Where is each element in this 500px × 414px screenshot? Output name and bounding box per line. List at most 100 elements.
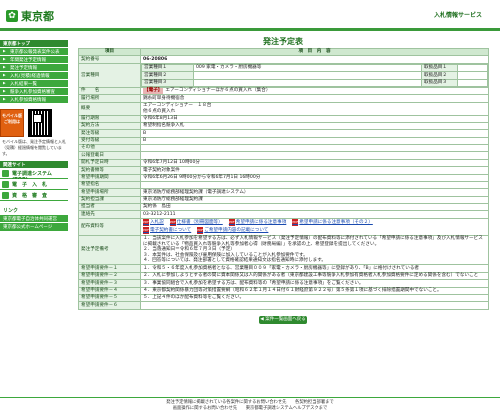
other <box>140 144 489 153</box>
person-in-charge: 契約係 島田 <box>140 203 489 212</box>
row-label: 公報登載日 <box>78 151 141 160</box>
row-label: 契約方法 <box>78 121 141 131</box>
link-e-procurement[interactable]: 電子調達システム(TOP) <box>0 167 68 183</box>
row-label: 受付等級 <box>78 136 141 146</box>
sidebar-item-qualification[interactable]: 競争入札参加資格審査 <box>0 87 68 95</box>
table-row: 希望申請場所 東京消防庁総務部経理契約課（電子調達システム） <box>78 188 489 197</box>
e-procurement-icon <box>2 169 9 177</box>
qr-code-icon <box>28 108 52 137</box>
contract-documents: 電子契約対象案件 <box>140 166 489 175</box>
sub-value <box>457 63 488 73</box>
row-label: 希望申請要件－３ <box>78 279 141 288</box>
row-label: 件 名 <box>78 86 141 96</box>
table-row: 発注予定備考 １．当該案件に入札参加を希望する方は、必ず入札情報サービス（発注予… <box>78 234 489 266</box>
subject-text: エアーコンディショナーほか６点の買入れ（集合） <box>165 88 271 94</box>
file-name: ご希望申請内容の記載について <box>204 227 269 233</box>
sidebar-item-order-plan[interactable]: 発注予定情報 <box>0 63 68 71</box>
link-tokyo-official[interactable]: 東京都公式ホームページ <box>0 223 68 231</box>
row-label: 連絡先 <box>78 210 141 219</box>
file-link[interactable]: PDF 電子契約書について <box>143 227 191 235</box>
row-label: 担当者 <box>78 203 141 212</box>
table-row: 契約番号 06-20806 <box>78 55 489 64</box>
file-link[interactable]: PDF 入札説 <box>143 219 164 227</box>
business-category-table: 営業種目１ 009 家電・カメラ・厨房機器等 取扱品目１ 営業種目２ 取扱品目２ 営業… <box>141 63 488 87</box>
table-row: 営業種目 営業種目１ 009 家電・カメラ・厨房機器等 取扱品目１ 営業種目２ 取扱品… <box>78 62 489 88</box>
order-plan-table: 項目 項 目 内 容 契約番号 06-20806 営業種目 営業種目１ 009 家… <box>78 47 489 310</box>
table-row: 希望申請要件－５ ５．上記４件のほか配布資料等をご覧ください。 <box>78 293 489 303</box>
row-label: 契約書類等 <box>78 166 141 175</box>
order-grade: B <box>140 129 489 138</box>
sub-label: 取扱品目２ <box>421 71 458 80</box>
sub-value <box>193 71 422 80</box>
row-label: 発注等級 <box>78 129 141 138</box>
sub-label: 営業種目３ <box>141 78 194 87</box>
link-e-government[interactable]: 東京都電子自治体共同運営 <box>0 214 68 223</box>
table-row: 公報登載日 <box>78 151 489 160</box>
pdf-icon: PDF <box>228 219 235 227</box>
column-header-item: 項目 <box>78 47 141 57</box>
table-row: 契約書類等 電子契約対象案件 <box>78 166 489 175</box>
file-link[interactable]: PDF 希望申請に係る注意事項（その２） <box>292 219 373 227</box>
file-name: 入札説 <box>150 219 164 225</box>
application-place: 東京消防庁総務部経理契約課（電子調達システム） <box>140 188 489 197</box>
link-e-bidding[interactable]: 電 子 入 札 <box>0 178 68 190</box>
pdf-icon: PDF <box>169 219 176 227</box>
delivery-place: 錦糸町単身待機宿舎 <box>140 94 489 103</box>
desired-nomination <box>140 180 489 190</box>
file-name: 仕様書（別冊図面等） <box>176 219 223 225</box>
sidebar-top-link[interactable]: 東京都トップ <box>0 40 68 47</box>
row-label: 履行期限 <box>78 114 141 123</box>
tokyo-logo[interactable]: ✿ 東京都 <box>6 8 54 24</box>
sidebar-item-qualification-info[interactable]: 入札参加資格情報 <box>0 95 68 103</box>
condition: １．令和５・６年度入札参加資格者となる、営業種目００９「家電・カメラ・厨房機器等… <box>140 264 489 273</box>
row-label: 希望申請場所 <box>78 188 141 197</box>
sidebar-item-bid-progress[interactable]: 入札(見積)経過情報 <box>0 71 68 79</box>
file-name: 希望申請に係る注意事項（その２） <box>299 219 373 225</box>
table-row: 履行期限 令和6年8月13日 <box>78 114 489 123</box>
mobile-badge[interactable]: モバイル版 ご利用は <box>0 108 24 137</box>
sidebar-item-annual-plan[interactable]: 年間発注予定情報 <box>0 55 68 63</box>
sidebar-item-bid-results[interactable]: 入札結果一覧 <box>0 79 68 87</box>
table-row: 件 名 【電子】 エアーコンディショナーほか６点の買入れ（集合） <box>78 86 489 96</box>
file-link[interactable]: PDF ご希望申請内容の記載について <box>197 227 269 235</box>
opening-datetime: 令和6年7月12日 10時00分 <box>140 158 489 168</box>
table-row: 契約方法 希望制指名競争入札 <box>78 121 489 131</box>
table-row: 配布資料等 PDF 入札説 PDF 仕様書（別冊図面等） PDF 希望申請に係る注意事… <box>78 217 489 236</box>
row-label: 希望指名 <box>78 180 141 190</box>
cond-label: 希望申請要件 <box>81 280 109 286</box>
subject-cell: 【電子】 エアーコンディショナーほか６点の買入れ（集合） <box>140 86 489 96</box>
table-row: 希望申請要件－２ ２．入札に参加しようとする者の間に資本関係又は人的関係がある者（… <box>78 271 489 281</box>
logo-text: 東京都 <box>21 10 54 23</box>
pdf-icon: PDF <box>292 219 299 227</box>
table-row: 履行場所 錦糸町単身待機宿舎 <box>78 94 489 103</box>
cond-label: 希望申請要件 <box>81 265 109 271</box>
condition: ２．入札に参加しようとする者の間に資本関係又は人的関係がある者（東京都建設工事等… <box>140 271 489 281</box>
footer-line-2: 画面操作に関するお問い合わせ先 東京都電子調達システムヘルプデスクまで <box>172 405 328 411</box>
acceptance-grade: B <box>140 136 489 146</box>
related-sites-menu: 電子調達システム(TOP) 電 子 入 札 資 格 審 査 <box>0 167 68 201</box>
file-list: PDF 入札説 PDF 仕様書（別冊図面等） PDF 希望申請に係る注意事項 PDF 希… <box>143 219 486 227</box>
sidebar-menu: 東京都公報発表案件公表 年間発注予定情報 発注予定情報 入札(見積)経過情報 入… <box>0 47 68 103</box>
contract-department: 東京消防庁総務部経理契約課 <box>140 195 489 205</box>
sidebar-item-public-notice[interactable]: 東京都公報発表案件公表 <box>0 47 68 55</box>
contract-number: 06-20806 <box>140 55 489 64</box>
file-link[interactable]: PDF 希望申請に係る注意事項 <box>228 219 286 227</box>
table-row: 発注等級 B <box>78 129 489 138</box>
link-qualification[interactable]: 資 格 審 査 <box>0 189 68 201</box>
table-row: 希望申請期間 令和6年6月26日 9時00分から令和6年7月1日 16時00分 <box>78 173 489 182</box>
gazette-date <box>140 151 489 160</box>
table-row: その他 <box>78 144 489 153</box>
sub-label: 取扱品目３ <box>421 78 458 87</box>
row-label: 契約担当課 <box>78 195 141 205</box>
sub-label: 取扱品目１ <box>421 63 458 73</box>
table-row: 希望申請要件－４ ４．東京都契約関係暴力団等対策措置要綱（昭和６２年１月１４日付６… <box>78 286 489 295</box>
back-to-list-button[interactable]: ◀ 案件一覧画面へ戻る <box>259 315 307 324</box>
file-list: PDF 電子契約書について PDF ご希望申請内容の記載について <box>143 227 486 235</box>
remarks: １．当該案件に入札参加を希望する方は、必ず入札情報サービス（発注予定情報）の配布… <box>140 234 489 266</box>
table-row: 開札予定日時 令和6年7月12日 10時00分 <box>78 158 489 168</box>
row-label: 希望申請期間 <box>78 173 141 182</box>
e-bidding-icon <box>2 180 9 188</box>
file-link[interactable]: PDF 仕様書（別冊図面等） <box>169 219 223 227</box>
condition: ４．東京都契約関係暴力団等対策措置要綱（昭和６２年１月１４日付６１財経庶第９２２… <box>140 286 489 295</box>
column-header-content: 項 目 内 容 <box>140 47 489 57</box>
